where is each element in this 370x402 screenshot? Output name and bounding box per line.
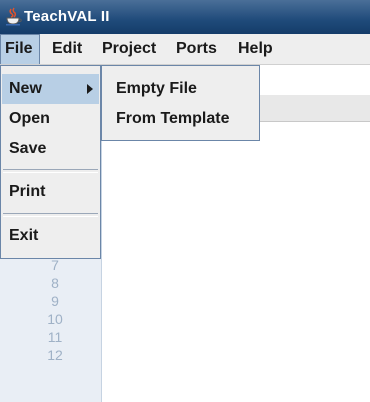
title-bar: TeachVAL II: [0, 0, 370, 34]
menu-item-open[interactable]: Open: [2, 104, 99, 134]
new-submenu: Empty File From Template: [101, 65, 260, 141]
menu-file[interactable]: File: [0, 34, 40, 64]
menu-help[interactable]: Help: [234, 34, 277, 64]
line-number: 12: [47, 347, 63, 363]
menu-project[interactable]: Project: [98, 34, 160, 64]
menu-edit[interactable]: Edit: [48, 34, 86, 64]
submenu-item-from-template[interactable]: From Template: [102, 104, 259, 134]
menu-item-new[interactable]: New: [2, 74, 99, 104]
menu-bar: File Edit Project Ports Help: [0, 34, 370, 65]
menu-item-new-label: New: [9, 80, 42, 97]
menu-item-save[interactable]: Save: [2, 134, 99, 164]
submenu-item-empty-file[interactable]: Empty File: [102, 74, 259, 104]
line-number: 11: [47, 329, 63, 345]
line-number: 9: [51, 293, 59, 309]
menu-item-exit[interactable]: Exit: [2, 221, 99, 251]
java-cup-icon: [6, 7, 22, 26]
menu-separator: [3, 169, 98, 173]
menu-item-print[interactable]: Print: [2, 177, 99, 207]
line-number: 8: [51, 275, 59, 291]
submenu-arrow-icon: [87, 84, 93, 94]
window-title: TeachVAL II: [24, 8, 110, 25]
file-menu-dropdown: New Open Save Print Exit: [0, 65, 101, 259]
menu-separator: [3, 213, 98, 217]
menu-ports[interactable]: Ports: [172, 34, 221, 64]
line-number: 10: [47, 311, 63, 327]
